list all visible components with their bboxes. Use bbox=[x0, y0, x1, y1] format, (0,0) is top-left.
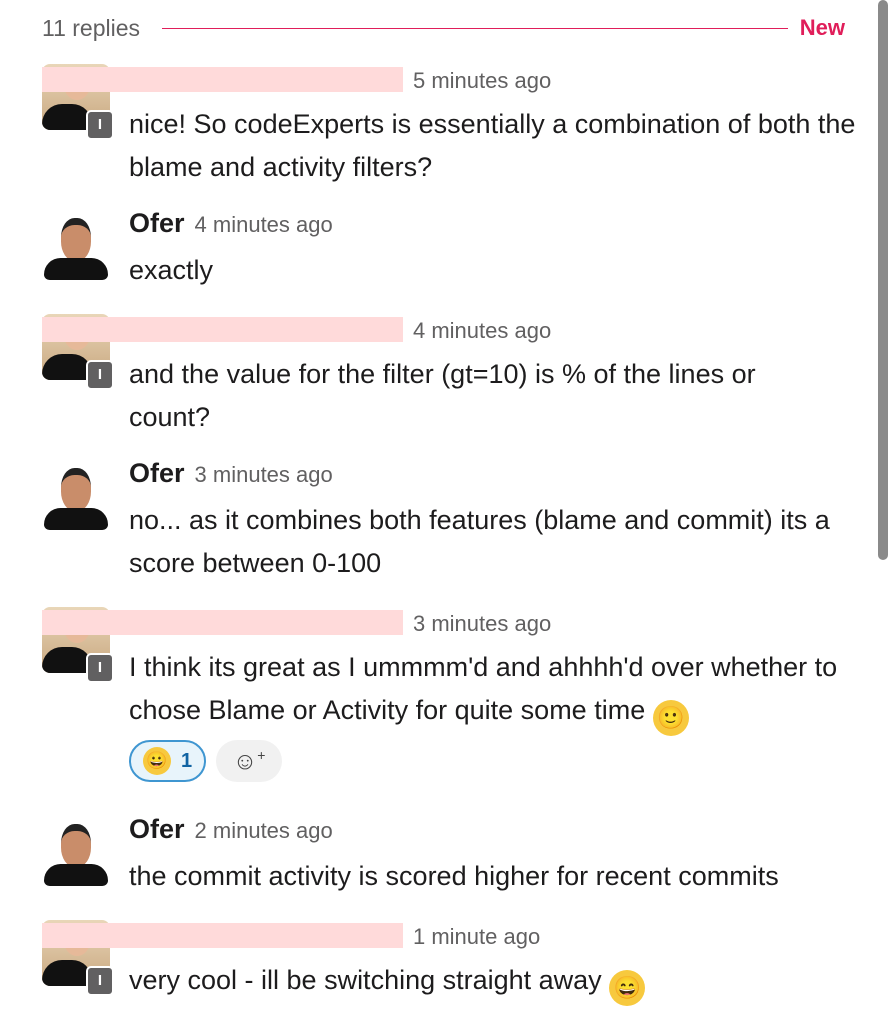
message-text: and the value for the filter (gt=10) is … bbox=[129, 359, 756, 432]
message-text: I think its great as I ummmm'd and ahhhh… bbox=[129, 646, 869, 736]
scrollbar[interactable] bbox=[876, 0, 890, 1024]
smile-emoji: 😄 bbox=[609, 970, 646, 1006]
new-messages-divider: 11 replies New bbox=[42, 10, 845, 46]
timestamp[interactable]: 2 minutes ago bbox=[195, 818, 333, 844]
divider-line bbox=[162, 27, 788, 29]
redacted-author bbox=[42, 610, 403, 635]
reaction-count: 1 bbox=[181, 749, 193, 772]
timestamp[interactable]: 5 minutes ago bbox=[413, 68, 551, 94]
timestamp[interactable]: 4 minutes ago bbox=[195, 212, 333, 238]
reply-count[interactable]: 11 replies bbox=[42, 15, 140, 42]
redacted-author bbox=[42, 67, 403, 92]
message-body: very cool - ill be switching straight aw… bbox=[129, 965, 602, 995]
redacted-author bbox=[42, 923, 403, 948]
timestamp[interactable]: 3 minutes ago bbox=[413, 611, 551, 637]
message-text: very cool - ill be switching straight aw… bbox=[129, 959, 869, 1006]
status-badge: I bbox=[86, 360, 114, 390]
message-text: nice! So codeExperts is essentially a co… bbox=[129, 109, 856, 182]
redacted-author bbox=[42, 317, 403, 342]
author-name[interactable]: Ofer bbox=[129, 208, 185, 239]
slightly-smiling-emoji: 🙂 bbox=[652, 700, 689, 736]
avatar[interactable] bbox=[42, 820, 110, 886]
author-name[interactable]: Ofer bbox=[129, 814, 185, 845]
new-label: New bbox=[799, 15, 845, 40]
add-reaction-button[interactable]: ☺+ bbox=[216, 740, 283, 782]
message-text: exactly bbox=[129, 255, 214, 285]
status-badge: I bbox=[86, 110, 114, 140]
status-badge: I bbox=[86, 966, 114, 996]
avatar[interactable] bbox=[42, 214, 110, 280]
message-text: no... as it combines both features (blam… bbox=[129, 505, 830, 578]
timestamp[interactable]: 4 minutes ago bbox=[413, 318, 551, 344]
message-body: I think its great as I ummmm'd and ahhhh… bbox=[129, 652, 838, 725]
status-badge: I bbox=[86, 653, 114, 683]
message-text: the commit activity is scored higher for… bbox=[129, 861, 779, 891]
reaction-grinning[interactable]: 😀 1 bbox=[129, 740, 207, 782]
timestamp[interactable]: 3 minutes ago bbox=[195, 462, 333, 488]
scrollbar-thumb[interactable] bbox=[878, 0, 888, 560]
add-emoji-icon: ☺+ bbox=[232, 746, 266, 775]
author-name[interactable]: Ofer bbox=[129, 458, 185, 489]
reactions-bar: 😀 1 ☺+ bbox=[129, 740, 283, 782]
timestamp[interactable]: 1 minute ago bbox=[413, 924, 540, 950]
avatar[interactable] bbox=[42, 464, 110, 530]
grinning-emoji-icon: 😀 bbox=[143, 747, 171, 775]
